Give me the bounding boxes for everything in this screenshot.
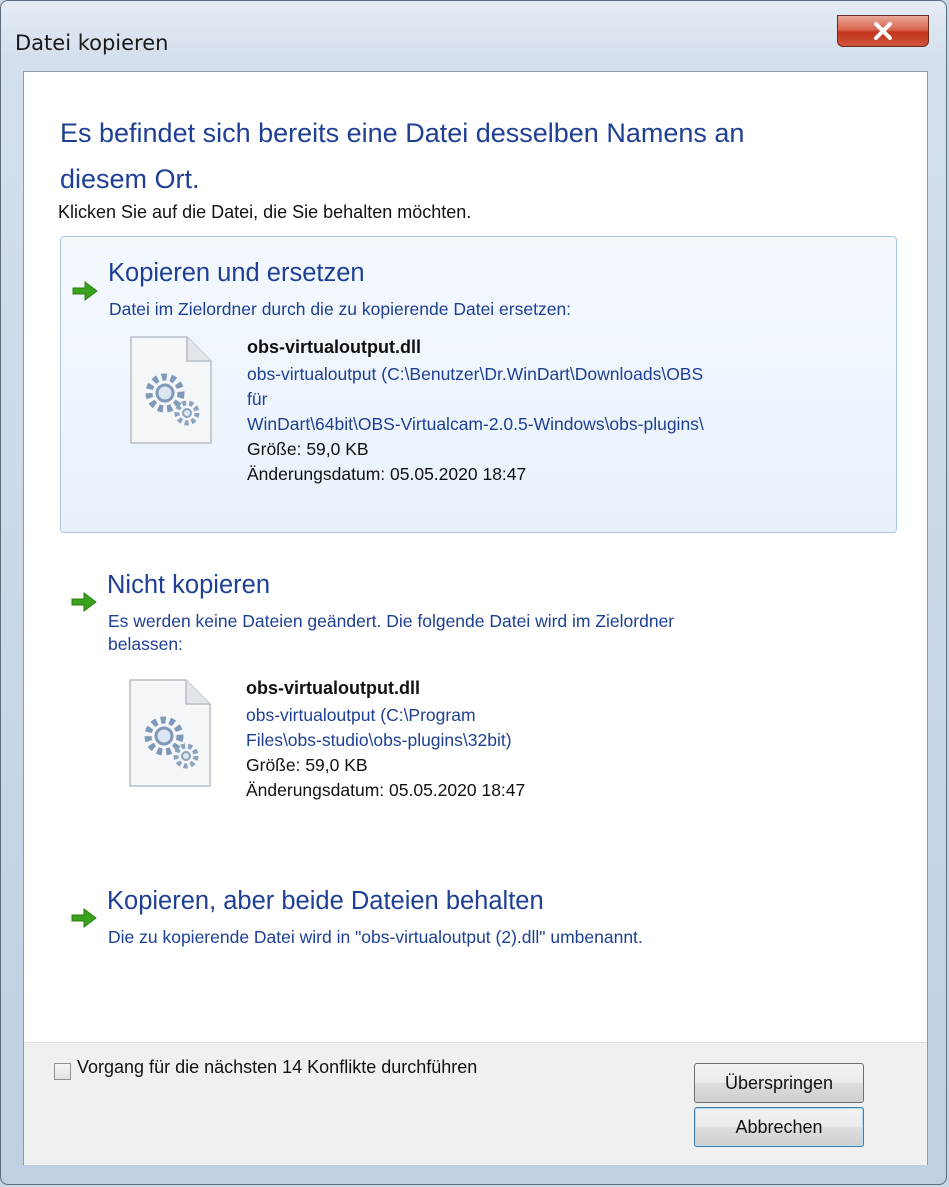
file-modified-date: Änderungsdatum: 05.05.2020 18:47 xyxy=(246,780,526,800)
dialog-footer: Vorgang für die nächsten 14 Konflikte du… xyxy=(24,1042,927,1165)
file-size: Größe: 59,0 KB xyxy=(246,755,368,775)
apply-to-all-checkbox[interactable] xyxy=(54,1063,71,1080)
option-copy-keep-both[interactable]: Kopieren, aber beide Dateien behalten Di… xyxy=(60,880,897,970)
close-icon xyxy=(872,22,894,40)
file-name: obs-virtualoutput.dll xyxy=(246,678,420,698)
dialog-content: Es befindet sich bereits eine Datei dess… xyxy=(23,71,928,1165)
file-size: Größe: 59,0 KB xyxy=(247,439,369,459)
option-description: Die zu kopierende Datei wird in "obs-vir… xyxy=(108,927,643,947)
green-arrow-icon xyxy=(71,908,97,928)
option-do-not-copy[interactable]: Nicht kopieren Es werden keine Dateien g… xyxy=(60,562,897,852)
option-title: Kopieren und ersetzen xyxy=(108,259,365,287)
dll-file-icon xyxy=(130,336,212,444)
dll-file-icon xyxy=(129,679,211,787)
file-path-line: WinDart\64bit\OBS-Virtualcam-2.0.5-Windo… xyxy=(247,414,704,434)
dialog-window: Datei kopieren Es befindet sich bereits … xyxy=(0,0,947,1185)
option-title: Nicht kopieren xyxy=(107,571,270,599)
green-arrow-icon xyxy=(72,281,98,301)
heading-line-2: diesem Ort. xyxy=(60,164,200,194)
option-title: Kopieren, aber beide Dateien behalten xyxy=(107,887,544,915)
dialog-instruction: Klicken Sie auf die Datei, die Sie behal… xyxy=(58,202,472,222)
cancel-button[interactable]: Abbrechen xyxy=(694,1107,864,1147)
skip-button[interactable]: Überspringen xyxy=(694,1063,864,1103)
file-path-line: obs-virtualoutput (C:\Program xyxy=(246,705,476,725)
green-arrow-icon xyxy=(71,592,97,612)
window-title: Datei kopieren xyxy=(15,31,169,55)
file-name: obs-virtualoutput.dll xyxy=(247,337,421,357)
apply-to-all-label[interactable]: Vorgang für die nächsten 14 Konflikte du… xyxy=(77,1057,477,1078)
option-copy-and-replace[interactable]: Kopieren und ersetzen Datei im Zielordne… xyxy=(60,236,897,533)
heading-line-1: Es befindet sich bereits eine Datei dess… xyxy=(60,118,745,148)
option-description-line: belassen: xyxy=(108,634,183,654)
file-modified-date: Änderungsdatum: 05.05.2020 18:47 xyxy=(247,464,527,484)
dialog-heading: Es befindet sich bereits eine Datei dess… xyxy=(60,110,860,202)
file-path-line: für xyxy=(247,389,268,409)
option-description: Datei im Zielordner durch die zu kopiere… xyxy=(109,299,572,319)
close-button[interactable] xyxy=(837,15,929,47)
file-path-line: obs-virtualoutput (C:\Benutzer\Dr.WinDar… xyxy=(247,364,704,384)
option-description: Es werden keine Dateien geändert. Die fo… xyxy=(108,610,893,656)
file-path-line: Files\obs-studio\obs-plugins\32bit) xyxy=(246,730,512,750)
option-description-line: Es werden keine Dateien geändert. Die fo… xyxy=(108,611,675,631)
